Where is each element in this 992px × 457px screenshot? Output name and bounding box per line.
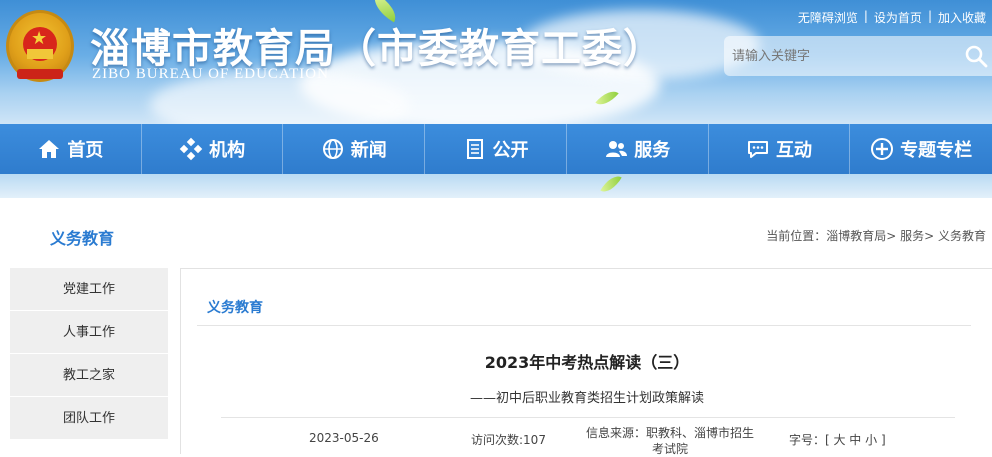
divider — [197, 325, 971, 326]
accessibility-link[interactable]: 无障碍浏览 — [792, 9, 864, 26]
article-source: 信息来源：职教科、淄博市招生考试院 — [585, 426, 754, 456]
breadcrumb-separator: > — [924, 229, 938, 243]
article-panel: 义务教育 2023年中考热点解读（三） ——初中后职业教育类招生计划政策解读 2… — [180, 268, 992, 456]
users-icon — [606, 141, 628, 157]
sidebar-item-team[interactable]: 团队工作 — [10, 397, 168, 440]
divider — [221, 417, 955, 418]
sidebar-item-staff-home[interactable]: 教工之家 — [10, 354, 168, 397]
site-subtitle: ZIBO BUREAU OF EDUCATION — [92, 66, 329, 82]
nav-interaction[interactable]: 互动 — [709, 124, 851, 174]
set-homepage-link[interactable]: 设为首页 — [868, 9, 928, 26]
nav-label: 专题专栏 — [900, 140, 973, 161]
chat-icon — [747, 141, 768, 158]
article-date: 2023-05-26 — [309, 431, 379, 445]
national-emblem-logo: ★ — [6, 10, 74, 82]
nav-label: 公开 — [492, 140, 529, 161]
font-size-control[interactable]: 字号：[ 大 中 小 ] — [789, 431, 886, 448]
nav-label: 机构 — [209, 140, 246, 161]
add-favorite-link[interactable]: 加入收藏 — [932, 9, 992, 26]
breadcrumb-link-service[interactable]: 服务 — [900, 229, 924, 243]
search-icon[interactable] — [964, 44, 988, 68]
org-icon — [179, 137, 203, 161]
article-subtitle: ——初中后职业教育类招生计划政策解读 — [469, 391, 704, 406]
nav-label: 服务 — [634, 140, 671, 161]
nav-organization[interactable]: 机构 — [142, 124, 284, 174]
search-input[interactable] — [732, 46, 952, 66]
topics-icon — [871, 138, 894, 160]
nav-subband — [0, 171, 992, 198]
section-title: 义务教育 — [50, 229, 115, 248]
home-icon — [39, 140, 60, 158]
leaf-decoration — [600, 171, 622, 197]
nav-label: 互动 — [775, 140, 812, 161]
search-box — [724, 36, 992, 76]
top-links: 无障碍浏览 | 设为首页 | 加入收藏 — [792, 9, 992, 26]
breadcrumb-prefix: 当前位置： — [766, 229, 827, 243]
nav-public[interactable]: 公开 — [425, 124, 567, 174]
site-header: ★ 淄博市教育局（市委教育工委） ZIBO BUREAU OF EDUCATIO… — [0, 0, 992, 124]
breadcrumb-link-current[interactable]: 义务教育 — [938, 229, 986, 243]
sidebar: 党建工作 人事工作 教工之家 团队工作 — [10, 268, 168, 440]
breadcrumb: 当前位置：淄博教育局> 服务> 义务教育 — [766, 227, 986, 244]
nav-topics[interactable]: 专题专栏 — [850, 124, 992, 174]
article-title: 2023年中考热点解读（三） — [484, 353, 690, 372]
nav-home[interactable]: 首页 — [0, 124, 142, 174]
breadcrumb-link-home[interactable]: 淄博教育局 — [826, 229, 886, 243]
breadcrumb-separator: > — [886, 229, 901, 243]
nav-service[interactable]: 服务 — [567, 124, 709, 174]
article-visits: 访问次数:107 — [471, 433, 546, 447]
sidebar-item-party[interactable]: 党建工作 — [10, 268, 168, 311]
nav-label: 首页 — [67, 140, 104, 161]
nav-news[interactable]: 新闻 — [283, 124, 426, 174]
document-icon — [466, 139, 483, 159]
sidebar-item-personnel[interactable]: 人事工作 — [10, 311, 168, 354]
nav-label: 新闻 — [350, 140, 387, 161]
article-category: 义务教育 — [207, 300, 263, 316]
globe-icon — [322, 139, 343, 159]
main-nav: 首页 机构 新闻 公开 服务 互动 专题专栏 — [0, 124, 992, 174]
